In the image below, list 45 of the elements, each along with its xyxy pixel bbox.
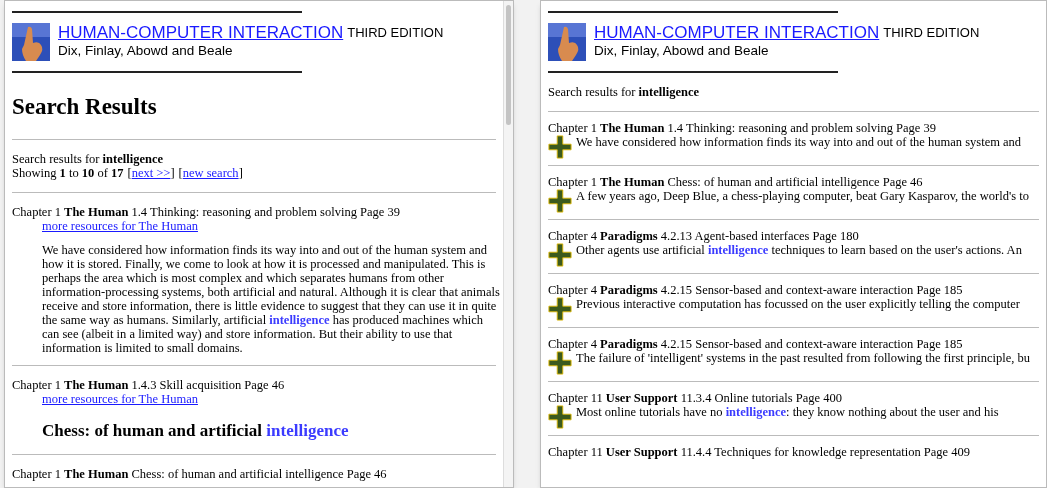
result-snippet: Other agents use artificial intelligence techniques to learn based on the user's actions. An	[576, 243, 1022, 257]
result-snippet: The failure of 'intelligent' systems in the past resulted from following the first principle, bu	[576, 351, 1031, 365]
book-title-link[interactable]: HUMAN-COMPUTER INTERACTION	[58, 24, 344, 42]
book-title-link[interactable]: HUMAN-COMPUTER INTERACTION	[594, 24, 880, 42]
result-title: Chapter 1 The Human 1.4.3 Skill acquisition Page 46	[12, 378, 286, 392]
result-snippet: Previous interactive computation has focussed on the user explicitly telling the computer	[576, 297, 1020, 311]
pagination-link[interactable]: new search	[182, 166, 239, 180]
hand-logo-icon	[548, 23, 586, 61]
bracket-text: [	[178, 166, 183, 180]
authors-text: Dix, Finlay, Abowd and Beale	[58, 42, 234, 60]
result-title: Chapter 11 User Support 11.3.4 Online tutorials Page 400	[548, 391, 843, 405]
result-title: Chapter 1 The Human 1.4 Thinking: reasoning and problem solving Page 39	[548, 121, 937, 135]
edition-label: THIRD EDITION	[883, 24, 980, 42]
plus-icon[interactable]	[548, 351, 572, 375]
scrollbar[interactable]	[503, 1, 513, 487]
resources-link[interactable]: more resources for The Human	[42, 219, 198, 233]
result-title: Chapter 1 The Human Chess: of human and artificial intelligence Page 46	[548, 175, 924, 189]
search-summary: Search results for intelligence	[12, 152, 164, 166]
plus-icon[interactable]	[548, 243, 572, 267]
edition-label: THIRD EDITION	[347, 24, 444, 42]
result-snippet: A few years ago, Deep Blue, a chess-playing computer, beat Gary Kasparov, the world's to	[576, 189, 1029, 203]
search-summary: Search results for intelligence	[548, 84, 700, 101]
result-title: Chapter 1 The Human Chess: of human and artificial intelligence Page 46	[12, 467, 388, 481]
bracket-text: [	[127, 166, 132, 180]
hand-logo-icon	[12, 23, 50, 61]
authors-text: Dix, Finlay, Abowd and Beale	[594, 42, 770, 60]
page-heading: Search Results	[12, 93, 158, 121]
resources-link[interactable]: more resources for The Human	[42, 392, 198, 406]
result-snippet: We have considered how information finds its way into and out of the human system and	[576, 135, 1022, 149]
bracket-text: ]	[170, 166, 175, 180]
excerpt-heading: Chess: of human and artificial intelligence	[42, 420, 350, 442]
result-title: Chapter 1 The Human 1.4 Thinking: reasoning and problem solving Page 39	[12, 205, 401, 219]
result-title: Chapter 4 Paradigms 4.2.15 Sensor-based and context-aware interaction Page 185	[548, 283, 964, 297]
results-count: Showing 1 to 10 of 17	[12, 166, 124, 180]
result-title: Chapter 4 Paradigms 4.2.13 Agent-based interfaces Page 180	[548, 229, 860, 243]
result-title: Chapter 11 User Support 11.4.4 Techniques for knowledge representation Page 409	[548, 445, 971, 459]
plus-icon[interactable]	[548, 405, 572, 429]
result-title: Chapter 4 Paradigms 4.2.15 Sensor-based and context-aware interaction Page 185	[548, 337, 964, 351]
bracket-text: ]	[238, 166, 243, 180]
plus-icon[interactable]	[548, 135, 572, 159]
plus-icon[interactable]	[548, 189, 572, 213]
plus-icon[interactable]	[548, 297, 572, 321]
result-excerpt: We have considered how information finds its way into and out of the human system and how it is stored. Finally, we come to look at how it is processed and manipulated. This is perhaps the area which is most complex and which separates humans from other information-processing systems, both artificial and natural. Although it is clear that animals receive and store information, there is little evidence to suggest that they can use it in quite the same way as humans. Similarly, artificial intelligence has produced machines which can see (albeit in a limited way) and store information. But their ability to use that information is limited to small domains.	[42, 243, 501, 355]
pagination-link[interactable]: next >>	[131, 166, 171, 180]
result-snippet: Most online tutorials have no intelligence: they know nothing about the user and his	[576, 405, 999, 419]
